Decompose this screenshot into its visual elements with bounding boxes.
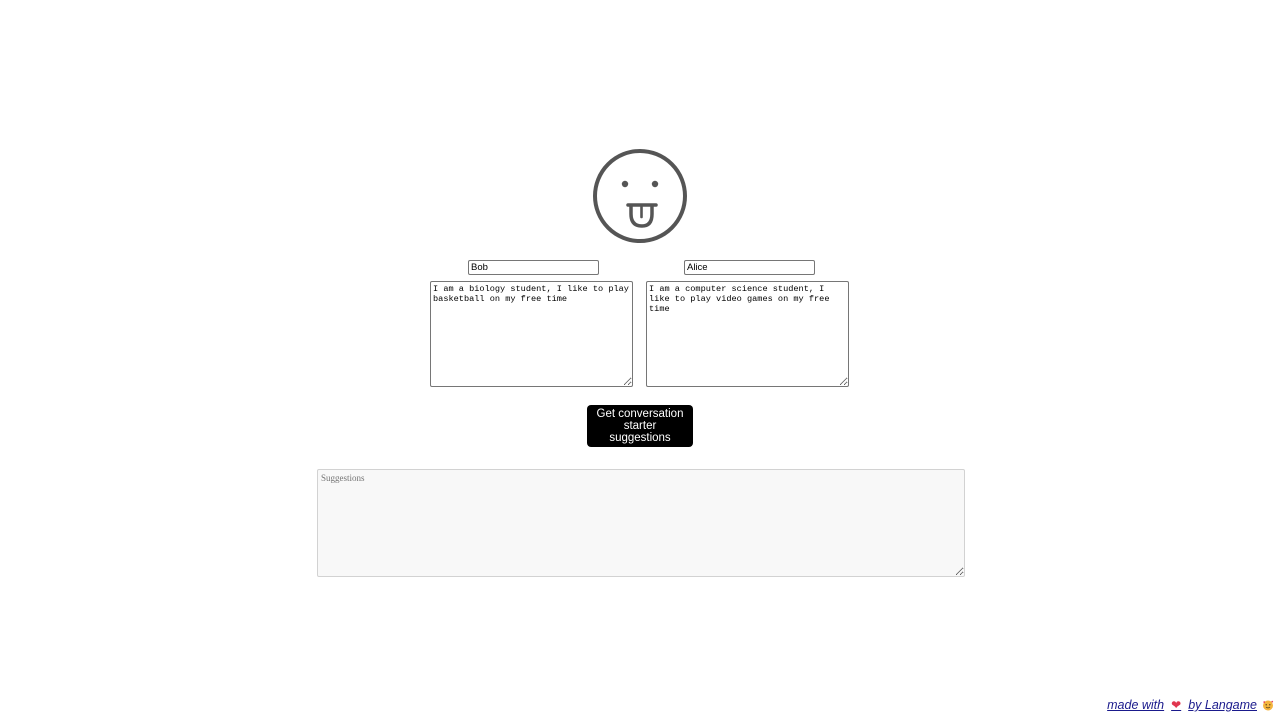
face-with-hearts-icon	[1263, 700, 1274, 711]
tongue-out-face-icon	[593, 149, 687, 243]
get-suggestions-button[interactable]: Get conversation starter suggestions	[587, 405, 693, 447]
person-b-name-input[interactable]	[684, 260, 815, 275]
made-with-love-link[interactable]: made with ❤ by Langame	[1107, 698, 1274, 712]
suggestions-textarea[interactable]	[317, 469, 965, 577]
person-a-name-input[interactable]	[468, 260, 599, 275]
person-a-bio-textarea[interactable]: I am a biology student, I like to play b…	[430, 281, 633, 387]
get-suggestions-label-line2: starter suggestions	[609, 420, 671, 444]
heart-icon: ❤	[1171, 698, 1182, 712]
person-b-bio-textarea[interactable]: I am a computer science student, I like …	[646, 281, 849, 387]
by-langame-text: by Langame	[1188, 698, 1257, 712]
page: I am a biology student, I like to play b…	[0, 0, 1280, 720]
get-suggestions-label-line1: Get conversation	[596, 408, 684, 420]
made-with-text: made with	[1107, 698, 1165, 712]
